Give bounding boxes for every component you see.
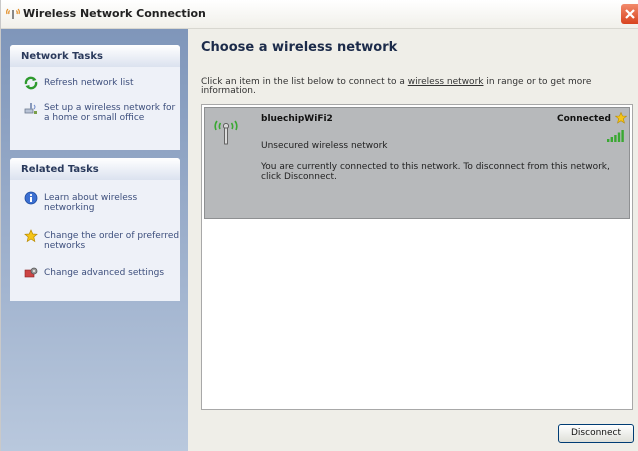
related-tasks-header[interactable]: Related Tasks [10, 158, 180, 180]
page-title: Choose a wireless network [201, 40, 398, 55]
title-bar[interactable]: Wireless Network Connection [1, 0, 638, 29]
sidebar: Network Tasks Refresh network list Set u… [1, 29, 188, 451]
disconnect-button[interactable]: Disconnect [558, 424, 634, 443]
window-title: Wireless Network Connection [23, 7, 206, 20]
network-tasks-header[interactable]: Network Tasks [10, 45, 180, 67]
close-button[interactable] [621, 4, 638, 24]
sidebar-item-label: Set up a wireless network for a home or … [44, 103, 176, 123]
network-tasks-panel: Network Tasks Refresh network list Set u… [10, 45, 180, 150]
settings-icon [24, 267, 38, 278]
network-security: Unsecured wireless network [261, 141, 388, 151]
sidebar-item-label: Change the order of preferred networks [44, 231, 180, 251]
network-list[interactable]: bluechipWiFi2 Connected Unsecured wirele… [201, 104, 633, 410]
close-icon [625, 9, 635, 19]
wireless-network-window: Wireless Network Connection Network Task… [0, 0, 638, 451]
sidebar-item-label: Learn about wireless networking [44, 193, 138, 213]
wireless-antenna-icon [214, 120, 238, 145]
sidebar-item-label: Change advanced settings [44, 268, 165, 278]
sidebar-item-label: Refresh network list [44, 78, 134, 88]
related-tasks-panel: Related Tasks Learn about wireless netwo… [10, 158, 180, 301]
network-list-item[interactable]: bluechipWiFi2 Connected Unsecured wirele… [204, 107, 630, 219]
network-name: bluechipWiFi2 [261, 114, 333, 124]
network-tasks-heading: Network Tasks [21, 51, 103, 62]
wireless-title-icon [6, 8, 20, 19]
wireless-network-link[interactable]: wireless network [408, 77, 484, 87]
refresh-icon [24, 76, 38, 90]
signal-strength-icon [607, 130, 624, 142]
connection-status: Connected [557, 114, 611, 124]
setup-network-icon [24, 103, 37, 114]
preferred-star-icon [615, 112, 627, 124]
related-tasks-heading: Related Tasks [21, 164, 99, 175]
star-icon [24, 229, 38, 243]
info-icon [24, 191, 38, 205]
intro-text: Click an item in the list below to conne… [201, 78, 621, 96]
network-message: You are currently connected to this netw… [261, 162, 610, 182]
